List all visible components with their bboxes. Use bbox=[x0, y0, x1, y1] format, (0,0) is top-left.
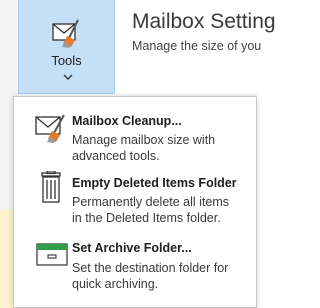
mailbox-cleanup-icon bbox=[35, 114, 65, 143]
menu-item-set-archive-folder[interactable]: Set Archive Folder... Set the destinatio… bbox=[14, 235, 256, 299]
menu-item-description: advanced tools. bbox=[72, 149, 160, 163]
archive-folder-icon bbox=[36, 243, 68, 266]
tools-icon bbox=[52, 19, 79, 48]
tools-label: Tools bbox=[51, 53, 82, 68]
menu-item-title: Mailbox Cleanup... bbox=[72, 114, 182, 128]
menu-item-description: Set the destination folder for bbox=[72, 261, 229, 275]
menu-item-description: in the Deleted Items folder. bbox=[72, 211, 221, 225]
mailbox-settings-panel: Mailbox Setting Manage the size of you bbox=[115, 0, 276, 94]
trash-icon bbox=[41, 171, 61, 203]
mailbox-settings-subtitle: Manage the size of you bbox=[132, 39, 262, 53]
menu-item-mailbox-cleanup[interactable]: Mailbox Cleanup... Manage mailbox size w… bbox=[14, 101, 256, 163]
menu-item-empty-deleted-items[interactable]: Empty Deleted Items Folder Permanently d… bbox=[14, 167, 256, 229]
chevron-down-icon bbox=[63, 74, 73, 80]
menu-item-description: Permanently delete all items bbox=[72, 195, 230, 209]
tools-dropdown-menu: Mailbox Cleanup... Manage mailbox size w… bbox=[13, 96, 257, 308]
mailbox-settings-title: Mailbox Setting bbox=[132, 10, 276, 33]
menu-item-title: Empty Deleted Items Folder bbox=[72, 176, 237, 190]
menu-item-description: Manage mailbox size with bbox=[72, 133, 216, 147]
menu-item-title: Set Archive Folder... bbox=[72, 241, 192, 255]
menu-item-description: quick archiving. bbox=[72, 277, 159, 291]
tools-dropdown-button[interactable]: Tools bbox=[18, 0, 115, 94]
